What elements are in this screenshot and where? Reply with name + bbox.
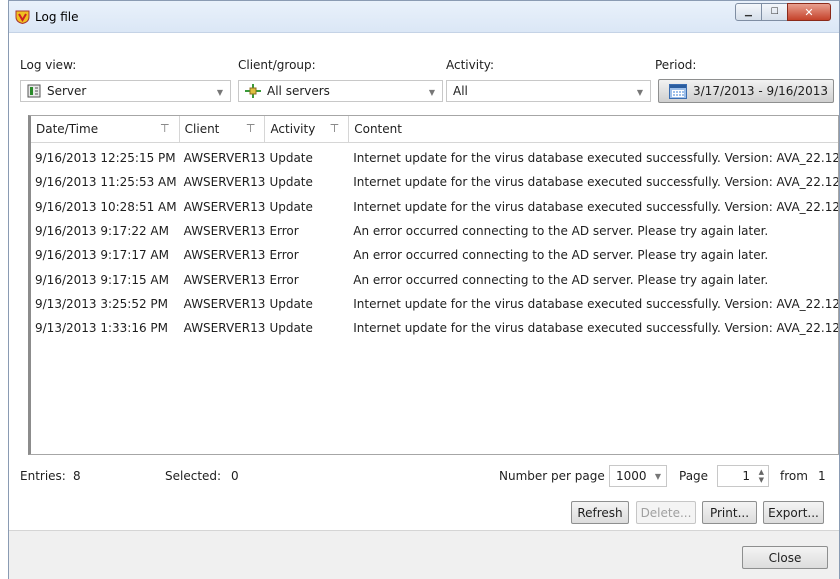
log-file-window: Log file ▁ ☐ ✕ Log view: Client/group: A… (8, 0, 840, 579)
per-page-value: 1000 (616, 469, 647, 483)
table-row[interactable]: 9/16/2013 9:17:15 AM AWSERVER13 Error An… (31, 267, 838, 291)
log-view-label: Log view: (20, 58, 77, 72)
column-header-content[interactable]: Content (349, 116, 838, 142)
close-window-button[interactable]: ✕ (787, 3, 831, 21)
dialog-footer: Close (9, 531, 839, 579)
table-row[interactable]: 9/16/2013 11:25:53 AM AWSERVER13 Update … (31, 170, 838, 194)
client-group-select[interactable]: All servers ▼ (238, 80, 443, 102)
selected-count: 0 (231, 469, 239, 483)
filter-icon[interactable]: ⊤ (246, 122, 256, 135)
close-button[interactable]: Close (742, 546, 828, 569)
table-row[interactable]: 9/16/2013 10:28:51 AM AWSERVER13 Update … (31, 195, 838, 219)
page-label: Page (679, 469, 709, 483)
refresh-button[interactable]: Refresh (571, 501, 629, 524)
per-page-label: Number per page (499, 469, 605, 483)
entries-count: 8 (73, 469, 81, 483)
total-pages: 1 (818, 469, 826, 483)
table-row[interactable]: 9/13/2013 3:25:52 PM AWSERVER13 Update I… (31, 292, 838, 316)
activity-value: All (453, 84, 468, 98)
from-label: from (780, 469, 808, 483)
chevron-down-icon: ▼ (636, 88, 643, 97)
chevron-down-icon: ▼ (428, 88, 435, 97)
per-page-select[interactable]: 1000 ▼ (609, 465, 667, 487)
minimize-button[interactable]: ▁ (735, 3, 762, 21)
table-row[interactable]: 9/13/2013 1:33:16 PM AWSERVER13 Update I… (31, 316, 838, 340)
table-body: 9/16/2013 12:25:15 PM AWSERVER13 Update … (31, 143, 838, 340)
activity-label: Activity: (446, 58, 495, 72)
table-row[interactable]: 9/16/2013 9:17:22 AM AWSERVER13 Error An… (31, 219, 838, 243)
export-button[interactable]: Export... (763, 501, 824, 524)
period-button[interactable]: 3/17/2013 - 9/16/2013 (658, 79, 834, 103)
selected-label: Selected: (165, 469, 222, 483)
log-view-value: Server (47, 84, 87, 98)
maximize-button[interactable]: ☐ (761, 3, 788, 21)
delete-button[interactable]: Delete... (636, 501, 696, 524)
entries-label: Entries: (20, 469, 66, 483)
filter-icon[interactable]: ⊤ (160, 122, 170, 135)
period-label: Period: (655, 58, 697, 72)
table-row[interactable]: 9/16/2013 9:17:17 AM AWSERVER13 Error An… (31, 243, 838, 267)
column-header-datetime[interactable]: Date/Time ⊤ (31, 116, 180, 142)
filter-icon[interactable]: ⊤ (330, 122, 340, 135)
client-group-value: All servers (267, 84, 330, 98)
table-header: Date/Time ⊤ Client ⊤ Activity ⊤ Content (31, 116, 838, 143)
page-value: 1 (742, 469, 750, 483)
network-icon (245, 84, 261, 98)
server-icon (27, 84, 41, 98)
print-button[interactable]: Print... (702, 501, 757, 524)
app-shield-icon (15, 10, 30, 24)
activity-select[interactable]: All ▼ (446, 80, 651, 102)
log-table: Date/Time ⊤ Client ⊤ Activity ⊤ Content … (28, 115, 839, 455)
client-group-label: Client/group: (238, 58, 316, 72)
window-title: Log file (35, 10, 79, 24)
chevron-down-icon: ▼ (654, 472, 661, 481)
chevron-down-icon: ▼ (216, 88, 223, 97)
title-bar: Log file ▁ ☐ ✕ (9, 1, 839, 33)
table-row[interactable]: 9/16/2013 12:25:15 PM AWSERVER13 Update … (31, 146, 838, 170)
spinner-arrows-icon[interactable]: ▲ ▼ (759, 468, 764, 484)
column-header-client[interactable]: Client ⊤ (180, 116, 266, 142)
period-value: 3/17/2013 - 9/16/2013 (693, 84, 829, 98)
calendar-icon (669, 83, 687, 99)
column-header-activity[interactable]: Activity ⊤ (265, 116, 350, 142)
log-view-select[interactable]: Server ▼ (20, 80, 231, 102)
page-stepper[interactable]: 1 ▲ ▼ (717, 465, 769, 487)
